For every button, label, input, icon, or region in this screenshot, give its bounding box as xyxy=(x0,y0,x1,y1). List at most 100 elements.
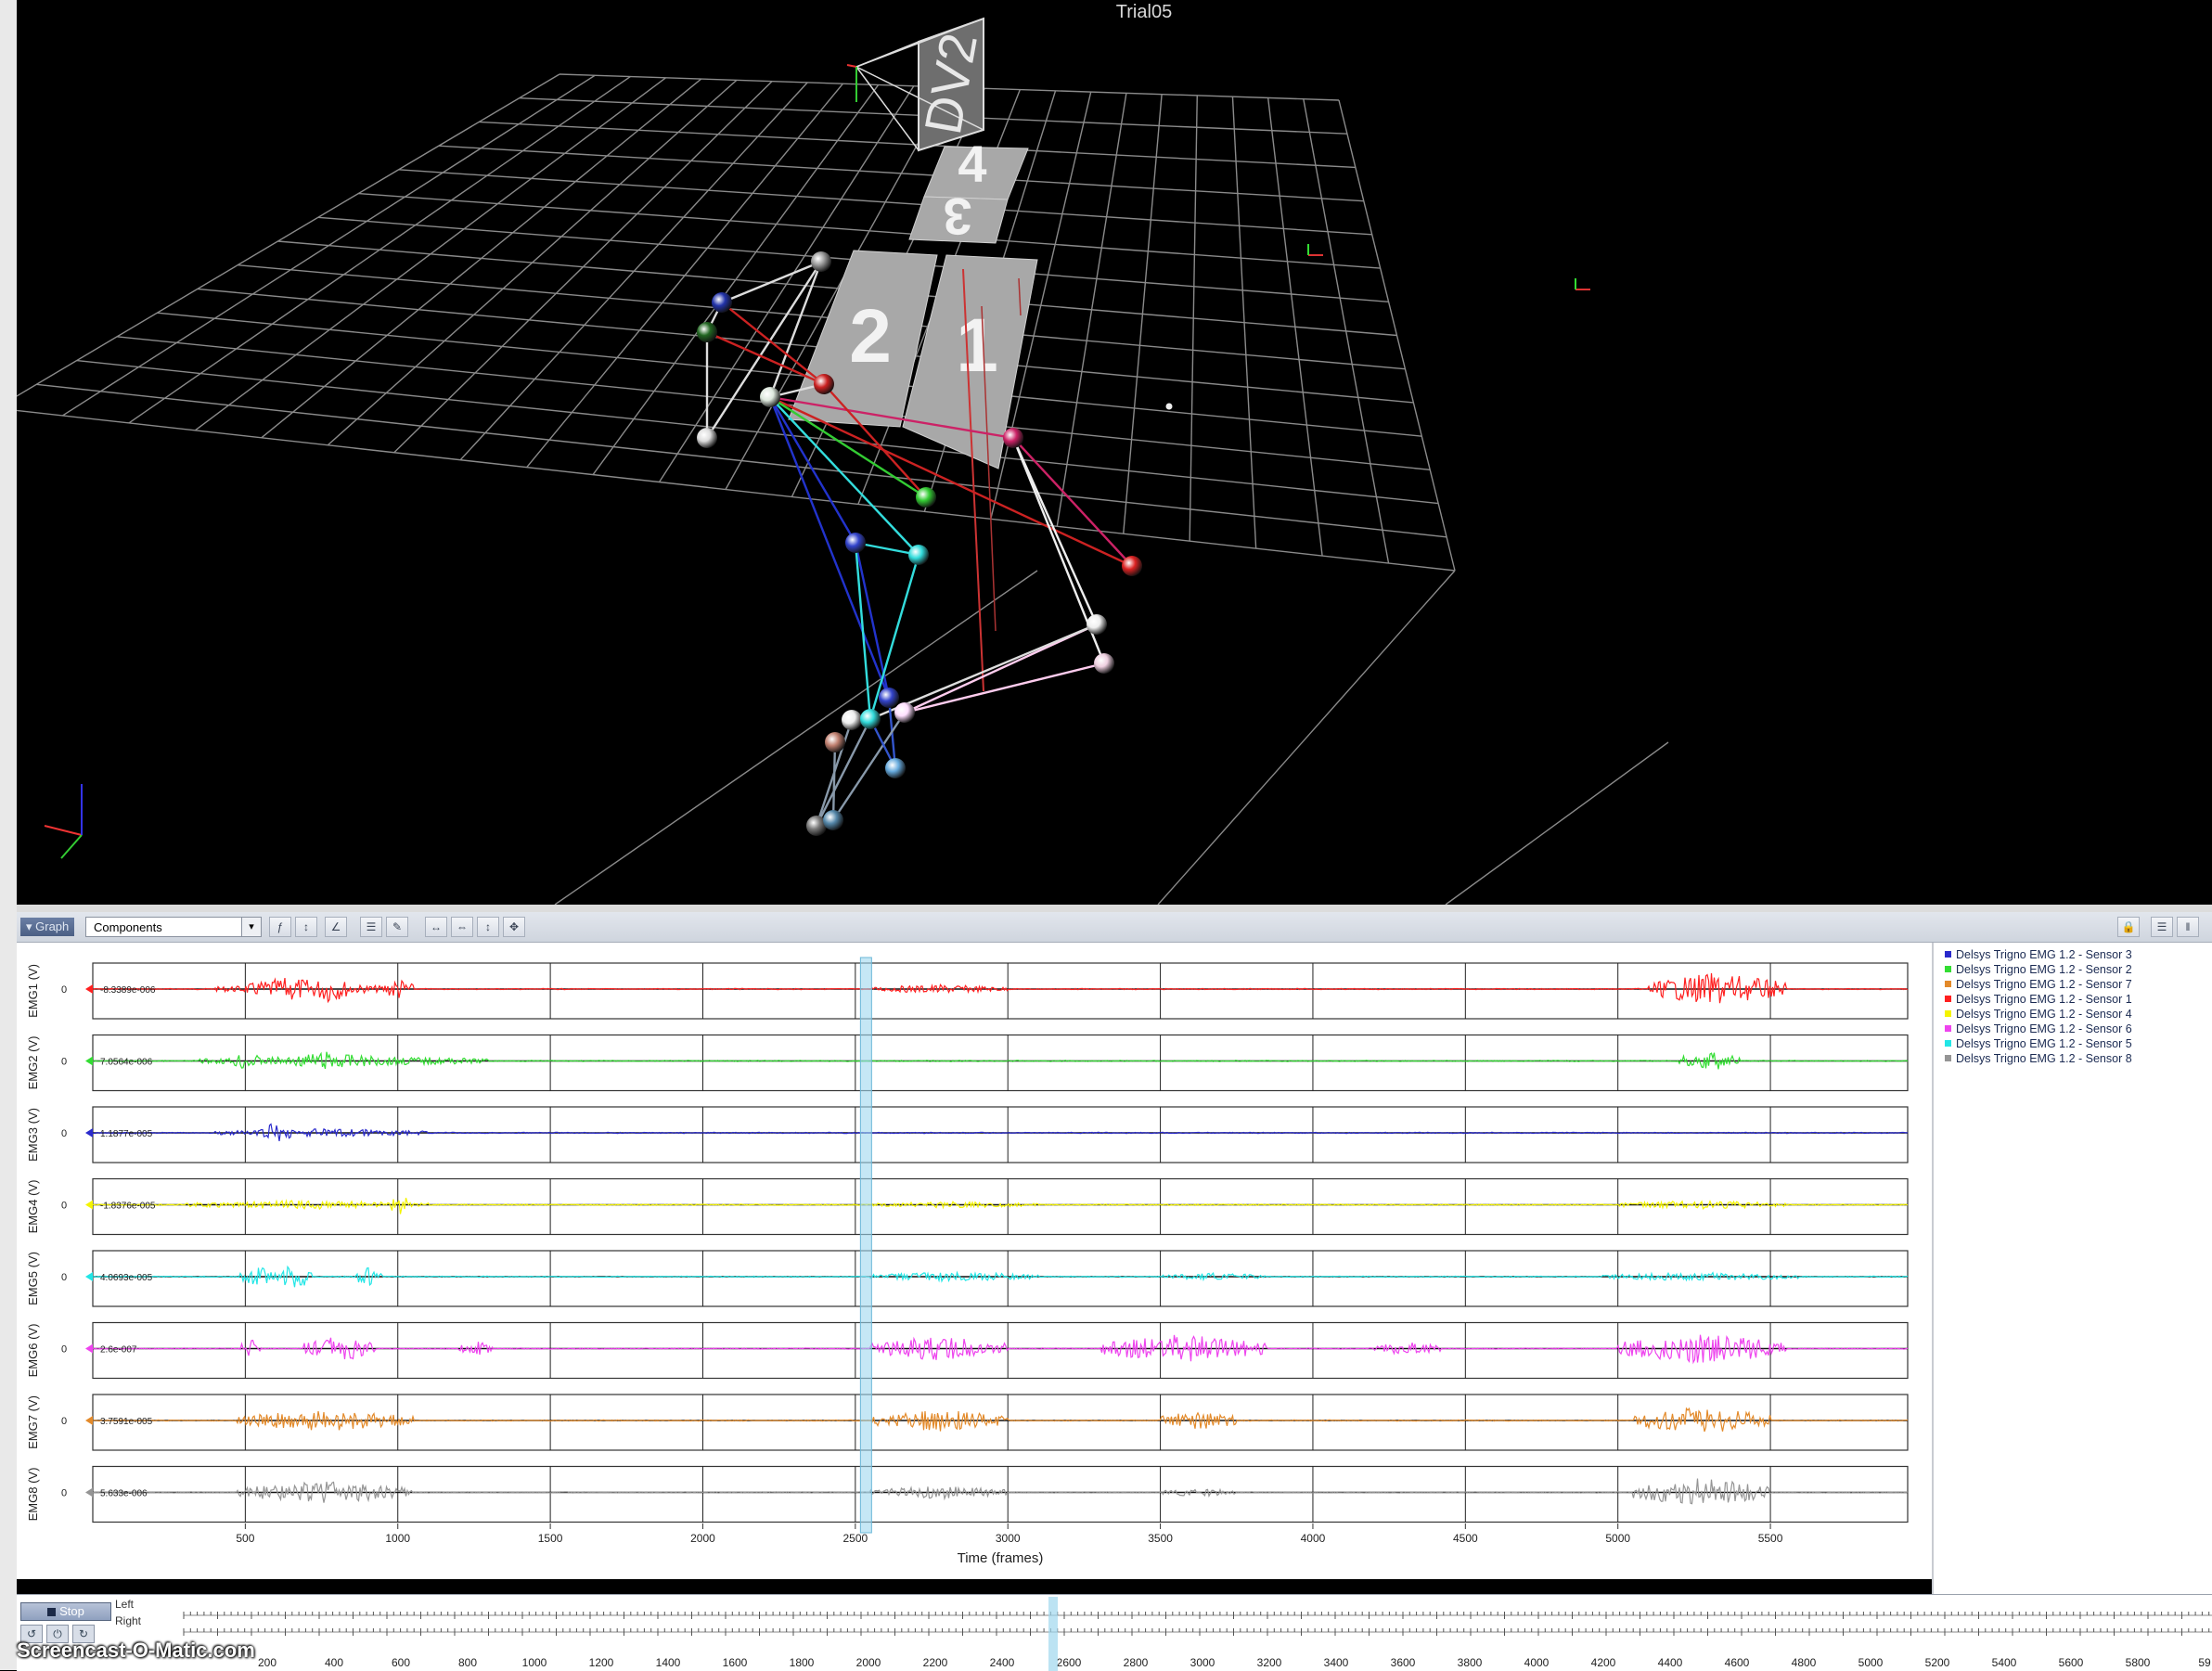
legend-label: Delsys Trigno EMG 1.2 - Sensor 8 xyxy=(1956,1052,2132,1065)
emg-graph-area[interactable]: EMG1 (V) 0 -8.3389e-006 EMG2 (V) 0 7.0564e-00… xyxy=(17,943,1932,1579)
graph-type-button[interactable]: ƒ xyxy=(269,917,291,937)
value-marker xyxy=(85,984,93,994)
timeline-tick-label: 600 xyxy=(392,1656,410,1669)
x-tick-label: 1500 xyxy=(538,1532,563,1545)
legend-item[interactable]: Delsys Trigno EMG 1.2 - Sensor 4 xyxy=(1945,1008,2132,1021)
grid-line xyxy=(17,409,1456,572)
marker-sphere xyxy=(842,710,862,730)
marker-sphere xyxy=(894,702,915,723)
list-view-button[interactable]: ☰ xyxy=(360,917,382,937)
emg-row-3: EMG3 (V) 0 1.1877e-005 xyxy=(26,1106,1909,1163)
grid-line xyxy=(438,145,1364,202)
legend-label: Delsys Trigno EMG 1.2 - Sensor 7 xyxy=(1956,978,2132,991)
marker-sphere xyxy=(825,732,845,752)
marker-sphere xyxy=(1094,653,1114,674)
marker-sphere xyxy=(697,428,717,448)
value-marker xyxy=(85,1128,93,1138)
zoom-vertical-button[interactable]: ↕ xyxy=(477,917,499,937)
graph-view-tab[interactable]: ▾ Graph xyxy=(20,918,75,936)
legend-swatch xyxy=(1945,981,1951,987)
timeline-tick-label: 2000 xyxy=(856,1656,881,1669)
plate-number: 3 xyxy=(943,187,971,246)
segment-link xyxy=(706,330,825,386)
legend-item[interactable]: Delsys Trigno EMG 1.2 - Sensor 5 xyxy=(1945,1037,2132,1050)
marker-sphere xyxy=(814,374,834,394)
fit-all-button[interactable]: ✥ xyxy=(503,917,525,937)
zero-tick-label: 0 xyxy=(61,1272,67,1283)
timeline-tick-label: 3800 xyxy=(1458,1656,1483,1669)
marker-sphere xyxy=(823,810,843,830)
legend-label: Delsys Trigno EMG 1.2 - Sensor 5 xyxy=(1956,1037,2132,1050)
marker-sphere xyxy=(1122,556,1142,576)
legend-item[interactable]: Delsys Trigno EMG 1.2 - Sensor 3 xyxy=(1945,948,2132,961)
chevron-down-icon[interactable]: ▾ xyxy=(241,918,261,936)
x-tick-label: 3500 xyxy=(1148,1532,1173,1545)
y-axis-label: EMG8 (V) xyxy=(26,1468,40,1522)
x-tick-label: 4500 xyxy=(1453,1532,1478,1545)
legend-item[interactable]: Delsys Trigno EMG 1.2 - Sensor 7 xyxy=(1945,978,2132,991)
timeline-tick-label: 2200 xyxy=(923,1656,948,1669)
timeline-bar[interactable]: Stop Left Right ↺ ⏻ ↻ 200 400 600 800 1000 12… xyxy=(17,1594,2212,1671)
value-marker xyxy=(85,1200,93,1210)
split-horizontal-icon[interactable]: ☰ xyxy=(2151,917,2173,937)
plate-number: 1 xyxy=(956,303,998,388)
legend-swatch xyxy=(1945,996,1951,1002)
legend-swatch xyxy=(1945,1040,1951,1047)
legend-panel: Delsys Trigno EMG 1.2 - Sensor 3 Delsys T… xyxy=(1932,943,2212,1594)
marker-sphere xyxy=(845,533,866,553)
segment-link xyxy=(721,302,825,385)
timeline-tick-label: 4200 xyxy=(1591,1656,1616,1669)
marker-sphere xyxy=(860,709,881,729)
timeline-tick-label: 4000 xyxy=(1524,1656,1550,1669)
timeline-tick-label: 3200 xyxy=(1257,1656,1282,1669)
angle-tool-button[interactable]: ∠ xyxy=(325,917,347,937)
legend-item[interactable]: Delsys Trigno EMG 1.2 - Sensor 6 xyxy=(1945,1022,2132,1035)
zero-tick-label: 0 xyxy=(61,984,67,996)
components-dropdown-value: Components xyxy=(94,920,162,934)
emg-row-8: EMG8 (V) 0 5.633e-006 xyxy=(26,1465,1909,1523)
zero-tick-label: 0 xyxy=(61,1201,67,1212)
timeline-ruler[interactable]: 200 400 600 800 1000 1200 1400 1600 1800 2000 2200… xyxy=(17,1595,2212,1671)
zoom-out-button[interactable]: ⇔ xyxy=(451,917,473,937)
x-tick-label: 1000 xyxy=(385,1532,410,1545)
legend-swatch xyxy=(1945,1025,1951,1032)
highlight-tool-button[interactable]: ✎ xyxy=(386,917,408,937)
legend-item[interactable]: Delsys Trigno EMG 1.2 - Sensor 2 xyxy=(1945,963,2132,976)
zero-tick-label: 0 xyxy=(61,1416,67,1427)
lock-icon[interactable]: 🔒 xyxy=(2117,917,2140,937)
marker-sphere xyxy=(712,292,732,313)
y-axis-label: EMG5 (V) xyxy=(26,1252,40,1305)
y-axis-label: EMG1 (V) xyxy=(26,964,40,1018)
marker-sphere xyxy=(1087,614,1107,635)
components-dropdown[interactable]: Components ▾ xyxy=(85,917,262,937)
plot-frame xyxy=(92,1465,1909,1523)
cursor-value-label: -1.8376e-005 xyxy=(100,1202,156,1212)
split-vertical-icon[interactable]: ‖ xyxy=(2177,917,2199,937)
value-marker xyxy=(85,1056,93,1066)
x-tick-label: 500 xyxy=(236,1532,254,1545)
timeline-tick-label: 2400 xyxy=(990,1656,1015,1669)
timeline-tick-label: 2600 xyxy=(1057,1656,1082,1669)
timeline-tick-label: 1200 xyxy=(589,1656,614,1669)
timeline-tick-label: 400 xyxy=(325,1656,343,1669)
emg-row-2: EMG2 (V) 0 7.0564e-006 xyxy=(26,1034,1909,1092)
emg-row-4: EMG4 (V) 0 -1.8376e-005 xyxy=(26,1177,1909,1236)
zero-tick-label: 0 xyxy=(61,1057,67,1068)
zoom-horizontal-button[interactable]: ↔ xyxy=(425,917,447,937)
x-tick-label: 5500 xyxy=(1758,1532,1783,1545)
timeline-tick-label: 4600 xyxy=(1725,1656,1750,1669)
legend-item[interactable]: Delsys Trigno EMG 1.2 - Sensor 8 xyxy=(1945,1052,2132,1065)
x-tick-label: 4000 xyxy=(1301,1532,1326,1545)
camera-frustum-line xyxy=(855,66,920,151)
marker-sphere xyxy=(760,387,780,407)
marker-sphere xyxy=(916,487,936,508)
3d-viewport[interactable]: 4 3 2 1 DV2 Trial05 xyxy=(17,0,2212,905)
axis-scale-button[interactable]: ↕ xyxy=(295,917,317,937)
plate-number: 2 xyxy=(849,294,892,379)
timeline-tick-label: 5400 xyxy=(1992,1656,2017,1669)
value-marker xyxy=(85,1343,93,1354)
y-axis-label: EMG6 (V) xyxy=(26,1324,40,1378)
grid-line xyxy=(1157,570,1456,905)
legend-item[interactable]: Delsys Trigno EMG 1.2 - Sensor 1 xyxy=(1945,993,2132,1006)
timeline-tick-label: 5000 xyxy=(1858,1656,1884,1669)
